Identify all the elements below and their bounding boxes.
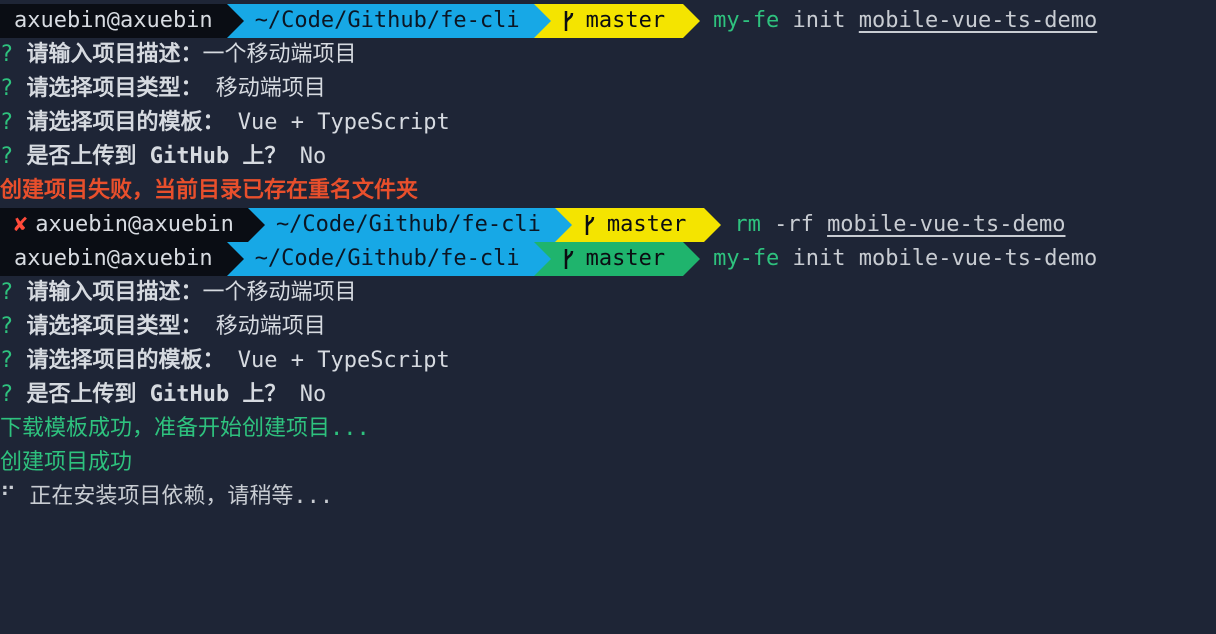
question-line: ? 是否上传到 GitHub 上？ No <box>0 140 1216 174</box>
question-mark: ? <box>0 314 27 339</box>
question-mark: ? <box>0 110 27 135</box>
answer-text: 一个移动端项目 <box>202 42 357 67</box>
command-input[interactable]: my-fe init mobile-vue-ts-demo <box>683 242 1097 276</box>
segment-separator-icon <box>683 4 701 38</box>
prompt-git-segment: master <box>533 4 701 38</box>
question-text: 请选择项目类型： <box>26 314 203 339</box>
question-text: 是否上传到 GitHub 上？ <box>26 382 287 407</box>
terminal-window[interactable]: axuebin@axuebin ~/Code/Github/fe-cli mas… <box>0 0 1216 634</box>
spinner-icon: ⠋ <box>0 484 17 509</box>
question-text: 请选择项目类型： <box>26 76 203 101</box>
question-mark: ? <box>0 42 27 67</box>
answer-text: Vue + TypeScript <box>224 348 450 373</box>
prompt-user: axuebin@axuebin <box>35 212 234 237</box>
answer-text: Vue + TypeScript <box>224 110 450 135</box>
answer-text: No <box>286 144 327 169</box>
command-name: my-fe <box>713 246 780 271</box>
command-target: mobile-vue-ts-demo <box>827 212 1066 237</box>
command-name: my-fe <box>713 8 780 33</box>
prompt-path-segment: ~/Code/Github/fe-cli <box>247 208 572 242</box>
prompt-user-segment: axuebin@axuebin <box>0 4 244 38</box>
error-message: 创建项目失败，当前目录已存在重名文件夹 <box>0 178 419 203</box>
answer-text: No <box>286 382 327 407</box>
segment-separator-icon <box>554 208 572 242</box>
question-line: ? 请输入项目描述：一个移动端项目 <box>0 38 1216 72</box>
command-input[interactable]: my-fe init mobile-vue-ts-demo <box>683 4 1097 38</box>
prompt-path: ~/Code/Github/fe-cli <box>275 212 541 237</box>
prompt-path: ~/Code/Github/fe-cli <box>254 246 520 271</box>
question-line: ? 请选择项目类型： 移动端项目 <box>0 310 1216 344</box>
segment-separator-icon <box>247 208 265 242</box>
prompt-path-segment: ~/Code/Github/fe-cli <box>226 4 551 38</box>
prompt-user: axuebin@axuebin <box>14 8 213 33</box>
prompt-line-3: axuebin@axuebin ~/Code/Github/fe-cli mas… <box>0 242 1216 276</box>
command-args: init <box>779 8 859 33</box>
question-mark: ? <box>0 144 27 169</box>
success-message: 创建项目成功 <box>0 450 133 475</box>
prompt-user-segment: ✘ axuebin@axuebin <box>0 208 265 242</box>
segment-separator-icon <box>704 208 722 242</box>
prompt-user-segment: axuebin@axuebin <box>0 242 244 276</box>
segment-separator-icon <box>683 242 701 276</box>
prompt-path-segment: ~/Code/Github/fe-cli <box>226 242 551 276</box>
question-line: ? 是否上传到 GitHub 上？ No <box>0 378 1216 412</box>
install-progress-text: 正在安装项目依赖，请稍等... <box>16 484 334 509</box>
command-args: -rf <box>760 212 828 237</box>
prompt-branch: master <box>585 8 666 33</box>
answer-text: 移动端项目 <box>202 314 326 339</box>
command-input[interactable]: rm -rf mobile-vue-ts-demo <box>704 208 1065 242</box>
prompt-branch: master <box>585 246 666 271</box>
segment-separator-icon <box>533 4 551 38</box>
question-text: 请选择项目的模板： <box>26 110 225 135</box>
git-branch-icon <box>585 215 595 235</box>
segment-separator-icon <box>226 4 244 38</box>
failure-x-icon: ✘ <box>14 212 28 237</box>
prompt-path: ~/Code/Github/fe-cli <box>254 8 520 33</box>
question-mark: ? <box>0 76 27 101</box>
git-branch-icon <box>564 249 573 269</box>
git-branch-icon <box>564 11 573 31</box>
command-name: rm <box>734 212 761 237</box>
prompt-git-segment: master <box>554 208 722 242</box>
question-line: ? 请输入项目描述：一个移动端项目 <box>0 276 1216 310</box>
segment-separator-icon <box>226 242 244 276</box>
prompt-git-segment: master <box>533 242 701 276</box>
prompt-user: axuebin@axuebin <box>14 246 213 271</box>
question-text: 请输入项目描述： <box>26 280 203 305</box>
command-args: init mobile-vue-ts-demo <box>779 246 1098 271</box>
answer-text: 移动端项目 <box>202 76 326 101</box>
answer-text: 一个移动端项目 <box>202 280 357 305</box>
question-text: 请选择项目的模板： <box>26 348 225 373</box>
question-line: ? 请选择项目类型： 移动端项目 <box>0 72 1216 106</box>
install-progress-line: ⠋ 正在安装项目依赖，请稍等... <box>0 480 1216 514</box>
success-message: 下载模板成功，准备开始创建项目... <box>0 416 370 441</box>
question-mark: ? <box>0 348 27 373</box>
prompt-branch: master <box>606 212 687 237</box>
prompt-line-2: ✘ axuebin@axuebin ~/Code/Github/fe-cli m… <box>0 208 1216 242</box>
command-target: mobile-vue-ts-demo <box>858 8 1098 33</box>
segment-separator-icon <box>533 242 551 276</box>
question-mark: ? <box>0 382 27 407</box>
question-text: 请输入项目描述： <box>26 42 203 67</box>
question-line: ? 请选择项目的模板： Vue + TypeScript <box>0 344 1216 378</box>
prompt-line-1: axuebin@axuebin ~/Code/Github/fe-cli mas… <box>0 4 1216 38</box>
question-text: 是否上传到 GitHub 上？ <box>26 144 287 169</box>
question-line: ? 请选择项目的模板： Vue + TypeScript <box>0 106 1216 140</box>
question-mark: ? <box>0 280 27 305</box>
